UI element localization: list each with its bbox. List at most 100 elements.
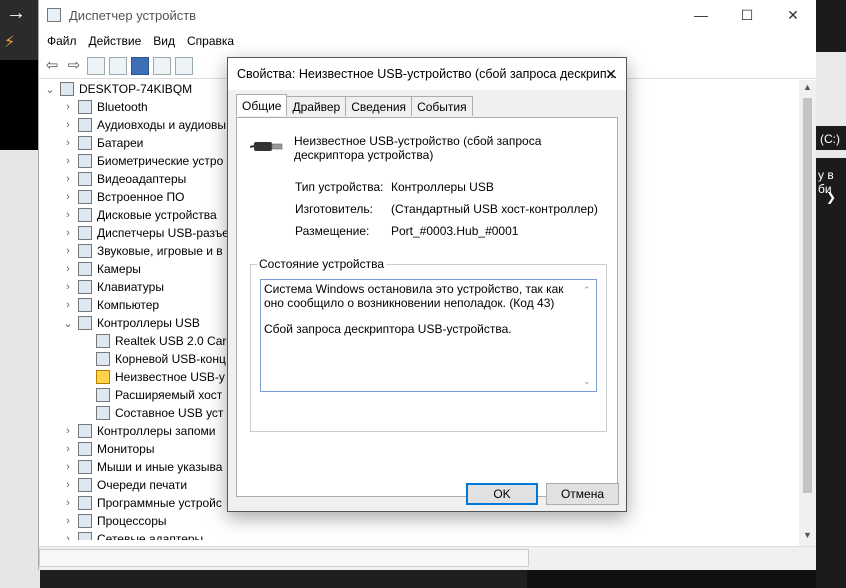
background-top-left: → ⚡ <box>0 0 40 60</box>
tree-item-label: Программные устройс <box>97 496 222 510</box>
tree-root-label: DESKTOP-74KIBQM <box>79 82 193 96</box>
expand-chevron-icon[interactable]: › <box>61 245 75 257</box>
computer-icon <box>60 82 74 96</box>
tree-item-label: Мониторы <box>97 442 155 456</box>
expand-chevron-icon[interactable]: › <box>61 173 75 185</box>
location-label: Размещение: <box>295 224 370 238</box>
device-category-icon <box>78 262 92 276</box>
scroll-thumb[interactable] <box>803 98 812 493</box>
help-icon[interactable] <box>131 56 149 75</box>
scroll-up-icon[interactable]: ⌃ <box>583 283 591 297</box>
expand-chevron-icon[interactable]: › <box>61 443 75 455</box>
device-category-icon <box>78 226 92 240</box>
tab-general[interactable]: Общие <box>236 94 288 116</box>
background-right-area: (C:) у в би ❯ <box>816 0 846 588</box>
tree-item-label: Bluetooth <box>97 100 148 114</box>
back-icon[interactable]: ⇦ <box>43 57 61 75</box>
device-status-textbox[interactable]: Система Windows остановила это устройств… <box>260 279 597 392</box>
scroll-up-icon[interactable]: ▲ <box>799 82 816 98</box>
tree-item-label: Клавиатуры <box>97 280 164 294</box>
device-category-icon <box>78 100 92 114</box>
manufacturer-label: Изготовитель: <box>295 202 373 216</box>
expand-chevron-icon[interactable]: › <box>61 497 75 509</box>
expand-chevron-icon[interactable]: › <box>61 461 75 473</box>
expand-chevron-icon[interactable]: › <box>61 263 75 275</box>
expand-chevron-icon[interactable]: › <box>61 137 75 149</box>
close-button[interactable]: ✕ <box>770 0 816 30</box>
status-message: Система Windows остановила это устройств… <box>264 282 564 310</box>
tree-item[interactable]: › Процессоры <box>43 512 803 530</box>
device-category-icon <box>78 118 92 132</box>
expand-chevron-icon[interactable]: › <box>61 533 75 540</box>
collapse-chevron-icon[interactable]: ⌄ <box>43 83 57 96</box>
maximize-button[interactable]: ☐ <box>724 0 770 30</box>
expand-chevron-icon[interactable]: › <box>61 479 75 491</box>
device-category-icon <box>78 496 92 510</box>
menu-file[interactable]: Файл <box>41 34 83 48</box>
background-panel-strip <box>816 150 846 158</box>
expand-chevron-icon[interactable]: › <box>61 209 75 221</box>
driver-info-icon[interactable] <box>153 56 171 75</box>
device-status-label: Состояние устройства <box>257 257 387 271</box>
expand-chevron-icon[interactable]: › <box>61 119 75 131</box>
tab-events[interactable]: События <box>411 96 473 116</box>
device-category-icon <box>78 208 92 222</box>
window-controls: — ☐ ✕ <box>678 0 816 30</box>
device-category-icon <box>78 316 92 330</box>
expand-chevron-icon[interactable]: › <box>61 101 75 113</box>
expand-chevron-icon[interactable]: › <box>61 425 75 437</box>
scroll-down-icon[interactable]: ⌄ <box>583 374 591 388</box>
background-dark-area <box>0 60 40 150</box>
properties-icon[interactable] <box>109 56 127 75</box>
device-category-icon <box>78 190 92 204</box>
vertical-scrollbar[interactable]: ▲ ▼ <box>799 80 816 546</box>
minimize-button[interactable]: — <box>678 0 724 30</box>
tree-item-label: Мыши и иные указыва <box>97 460 223 474</box>
device-category-icon <box>96 406 110 420</box>
tree-item-label: Компьютер <box>97 298 160 312</box>
scroll-down-icon[interactable]: ▼ <box>799 530 816 546</box>
dialog-close-button[interactable]: ✕ <box>596 58 626 90</box>
tree-item-label: Процессоры <box>97 514 167 528</box>
device-name: Неизвестное USB-устройство (сбой запроса… <box>294 134 542 162</box>
monitor-icon[interactable] <box>175 56 193 75</box>
tree-item[interactable]: › Сетевые адаптеры <box>43 530 803 540</box>
lightning-icon: ⚡ <box>4 34 16 51</box>
device-category-icon <box>78 280 92 294</box>
ok-button[interactable]: OK <box>466 483 538 505</box>
dialog-title-bar: Свойства: Неизвестное USB-устройство (сб… <box>228 58 626 90</box>
device-category-icon <box>78 172 92 186</box>
expand-chevron-icon[interactable]: ⌄ <box>61 317 75 330</box>
expand-chevron-icon[interactable]: › <box>61 299 75 311</box>
properties-dialog: Свойства: Неизвестное USB-устройство (сб… <box>227 57 627 512</box>
background-drive-label: (C:) <box>820 132 840 146</box>
tree-item-label: Расширяемый хост <box>115 388 223 402</box>
device-category-icon <box>96 334 110 348</box>
menu-help[interactable]: Справка <box>181 34 240 48</box>
expand-chevron-icon[interactable]: › <box>61 191 75 203</box>
device-category-icon <box>78 532 92 540</box>
status-bar-cell <box>39 549 529 567</box>
show-hide-tree-icon[interactable] <box>87 56 105 75</box>
tab-details[interactable]: Сведения <box>345 96 413 116</box>
dialog-tabs: Общие Драйвер Сведения События <box>236 94 473 116</box>
device-category-icon <box>78 154 92 168</box>
dialog-title: Свойства: Неизвестное USB-устройство (сб… <box>237 67 618 81</box>
cancel-button[interactable]: Отмена <box>546 483 619 505</box>
expand-chevron-icon[interactable]: › <box>61 281 75 293</box>
forward-icon[interactable]: ⇨ <box>65 57 83 75</box>
expand-chevron-icon[interactable]: › <box>61 155 75 167</box>
back-arrow-icon: → <box>6 2 26 24</box>
tab-driver[interactable]: Драйвер <box>286 96 347 116</box>
expand-chevron-icon[interactable]: › <box>61 515 75 527</box>
expand-chevron-icon[interactable]: › <box>61 227 75 239</box>
tree-item-label: Очереди печати <box>97 478 188 492</box>
menu-view[interactable]: Вид <box>147 34 181 48</box>
usb-device-icon <box>250 142 283 151</box>
location-value: Port_#0003.Hub_#0001 <box>391 224 519 238</box>
status-scrollbar[interactable]: ⌃ ⌄ <box>579 281 595 390</box>
tree-item-label: Корневой USB-конц <box>115 352 226 366</box>
tree-item-label: Аудиовходы и аудиовы <box>97 118 227 132</box>
device-category-icon <box>78 514 92 528</box>
menu-action[interactable]: Действие <box>83 34 148 48</box>
